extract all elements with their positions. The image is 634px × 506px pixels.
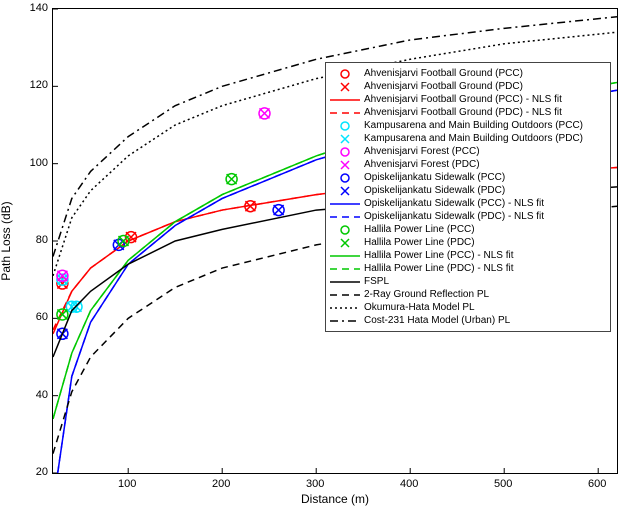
legend-swatch xyxy=(330,159,360,171)
legend-row: Ahvenisjarvi Football Ground (PDC) - NLS… xyxy=(330,106,606,119)
legend-swatch xyxy=(330,146,360,158)
legend-row: Opiskelijankatu Sidewalk (PDC) - NLS fit xyxy=(330,210,606,223)
legend-row: Ahvenisjarvi Football Ground (PCC) - NLS… xyxy=(330,93,606,106)
legend-swatch xyxy=(330,276,360,288)
legend-label: Hallila Power Line (PDC) - NLS fit xyxy=(364,262,514,275)
legend-label: Kampusarena and Main Building Outdoors (… xyxy=(364,119,583,132)
legend-row: Kampusarena and Main Building Outdoors (… xyxy=(330,119,606,132)
legend-label: Hallila Power Line (PDC) xyxy=(364,236,475,249)
x-tick-label: 200 xyxy=(212,478,230,490)
legend-row: Ahvenisjarvi Forest (PCC) xyxy=(330,145,606,158)
legend-swatch xyxy=(330,315,360,327)
legend-swatch xyxy=(330,250,360,262)
legend-row: Ahvenisjarvi Football Ground (PCC) xyxy=(330,67,606,80)
legend-label: Opiskelijankatu Sidewalk (PCC) - NLS fit xyxy=(364,197,544,210)
y-tick-label: 20 xyxy=(8,466,48,478)
legend-row: Hallila Power Line (PDC) xyxy=(330,236,606,249)
legend-label: Ahvenisjarvi Forest (PCC) xyxy=(364,145,480,158)
y-tick-label: 80 xyxy=(8,234,48,246)
chart-canvas: 20 40 60 80 100 120 140 100 200 300 400 500 600 Pat… xyxy=(0,0,634,506)
x-tick-label: 500 xyxy=(494,478,512,490)
legend-row: Hallila Power Line (PCC) xyxy=(330,223,606,236)
legend-row: 2-Ray Ground Reflection PL xyxy=(330,288,606,301)
y-tick-label: 120 xyxy=(8,79,48,91)
legend-label: Kampusarena and Main Building Outdoors (… xyxy=(364,132,583,145)
y-tick-label: 140 xyxy=(8,2,48,14)
legend-swatch xyxy=(330,133,360,145)
x-tick-label: 300 xyxy=(306,478,324,490)
legend-row: Opiskelijankatu Sidewalk (PCC) - NLS fit xyxy=(330,197,606,210)
legend-swatch xyxy=(330,198,360,210)
legend-row: FSPL xyxy=(330,275,606,288)
legend-label: FSPL xyxy=(364,275,389,288)
legend-row: Hallila Power Line (PDC) - NLS fit xyxy=(330,262,606,275)
y-axis-label: Path Loss (dB) xyxy=(0,201,13,280)
x-tick-label: 100 xyxy=(118,478,136,490)
legend-label: Ahvenisjarvi Football Ground (PCC) xyxy=(364,67,523,80)
legend-swatch xyxy=(330,237,360,249)
legend: Ahvenisjarvi Football Ground (PCC)Ahveni… xyxy=(325,62,611,332)
legend-swatch xyxy=(330,263,360,275)
legend-swatch xyxy=(330,94,360,106)
legend-label: Opiskelijankatu Sidewalk (PDC) xyxy=(364,184,505,197)
legend-swatch xyxy=(330,81,360,93)
y-tick-label: 40 xyxy=(8,389,48,401)
legend-label: Okumura-Hata Model PL xyxy=(364,301,475,314)
legend-row: Ahvenisjarvi Football Ground (PDC) xyxy=(330,80,606,93)
legend-swatch xyxy=(330,302,360,314)
legend-swatch xyxy=(330,120,360,132)
x-axis-label: Distance (m) xyxy=(301,492,369,506)
legend-swatch xyxy=(330,185,360,197)
legend-swatch xyxy=(330,224,360,236)
legend-label: 2-Ray Ground Reflection PL xyxy=(364,288,489,301)
legend-label: Ahvenisjarvi Forest (PDC) xyxy=(364,158,480,171)
legend-swatch xyxy=(330,211,360,223)
legend-label: Opiskelijankatu Sidewalk (PDC) - NLS fit xyxy=(364,210,544,223)
legend-row: Cost-231 Hata Model (Urban) PL xyxy=(330,314,606,327)
legend-swatch xyxy=(330,68,360,80)
x-tick-label: 400 xyxy=(400,478,418,490)
legend-swatch xyxy=(330,107,360,119)
legend-label: Hallila Power Line (PCC) - NLS fit xyxy=(364,249,514,262)
legend-row: Hallila Power Line (PCC) - NLS fit xyxy=(330,249,606,262)
y-tick-label: 100 xyxy=(8,157,48,169)
legend-row: Opiskelijankatu Sidewalk (PCC) xyxy=(330,171,606,184)
x-tick-label: 600 xyxy=(588,478,606,490)
legend-label: Ahvenisjarvi Football Ground (PDC) xyxy=(364,80,523,93)
legend-row: Kampusarena and Main Building Outdoors (… xyxy=(330,132,606,145)
y-tick-label: 60 xyxy=(8,311,48,323)
legend-label: Ahvenisjarvi Football Ground (PDC) - NLS… xyxy=(364,106,562,119)
legend-label: Ahvenisjarvi Football Ground (PCC) - NLS… xyxy=(364,93,562,106)
legend-label: Cost-231 Hata Model (Urban) PL xyxy=(364,314,510,327)
legend-row: Ahvenisjarvi Forest (PDC) xyxy=(330,158,606,171)
legend-row: Okumura-Hata Model PL xyxy=(330,301,606,314)
legend-label: Opiskelijankatu Sidewalk (PCC) xyxy=(364,171,505,184)
legend-row: Opiskelijankatu Sidewalk (PDC) xyxy=(330,184,606,197)
legend-swatch xyxy=(330,172,360,184)
legend-label: Hallila Power Line (PCC) xyxy=(364,223,475,236)
legend-swatch xyxy=(330,289,360,301)
